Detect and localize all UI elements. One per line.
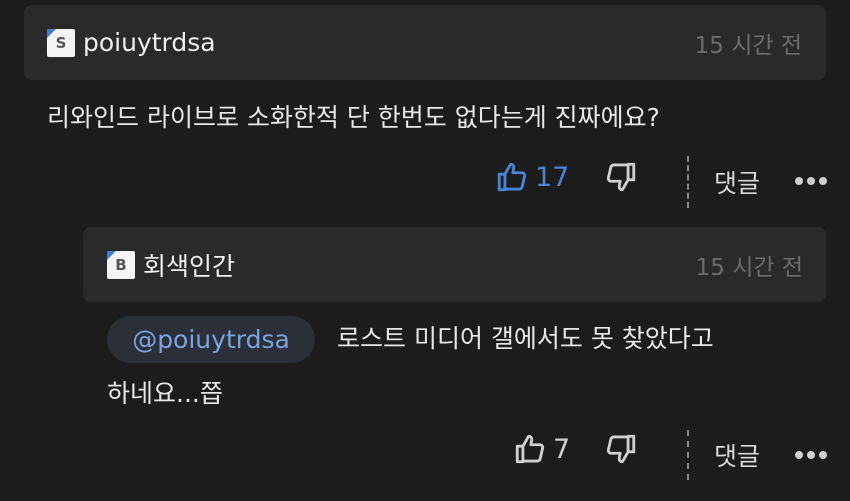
like-count: 17 [535, 161, 570, 193]
username[interactable]: 회색인간 [143, 247, 235, 283]
like-count: 7 [553, 433, 571, 465]
reply-header: B 회색인간 15 시간 전 [83, 227, 826, 302]
reply-text-line-2: 하네요...쯥 [107, 379, 223, 408]
mention-chip[interactable]: @poiuytrdsa [107, 316, 315, 363]
like-button[interactable]: 7 [513, 432, 570, 466]
reply-button[interactable]: 댓글 [714, 437, 760, 473]
divider [687, 156, 689, 208]
username[interactable]: poiuytrdsa [83, 28, 216, 57]
more-options-icon[interactable] [795, 451, 827, 459]
comment-header: S poiuytrdsa 15 시간 전 [24, 5, 826, 80]
comment-actions: 17 [495, 160, 569, 194]
thumbs-down-icon [606, 162, 636, 192]
divider [687, 430, 689, 480]
thumbs-down-icon [606, 434, 636, 464]
level-badge-icon: S [47, 28, 75, 57]
comment-text: 리와인드 라이브로 소화한적 단 한번도 없다는게 진짜에요? [47, 103, 660, 132]
level-badge-letter: B [115, 255, 127, 274]
level-badge-icon: B [107, 250, 135, 279]
reply-actions: 7 [513, 432, 570, 466]
level-badge-letter: S [55, 33, 67, 52]
dislike-button[interactable] [604, 432, 638, 466]
dislike-button[interactable] [604, 160, 638, 194]
like-button[interactable]: 17 [495, 160, 569, 194]
timestamp: 15 시간 전 [695, 254, 803, 281]
thumbs-up-icon [515, 434, 545, 464]
more-options-icon[interactable] [795, 177, 827, 185]
thumbs-up-icon [497, 162, 527, 192]
reply-button[interactable]: 댓글 [714, 164, 760, 200]
reply-text-line-1: 로스트 미디어 갤에서도 못 찾았다고 [337, 324, 714, 353]
timestamp: 15 시간 전 [694, 32, 802, 59]
